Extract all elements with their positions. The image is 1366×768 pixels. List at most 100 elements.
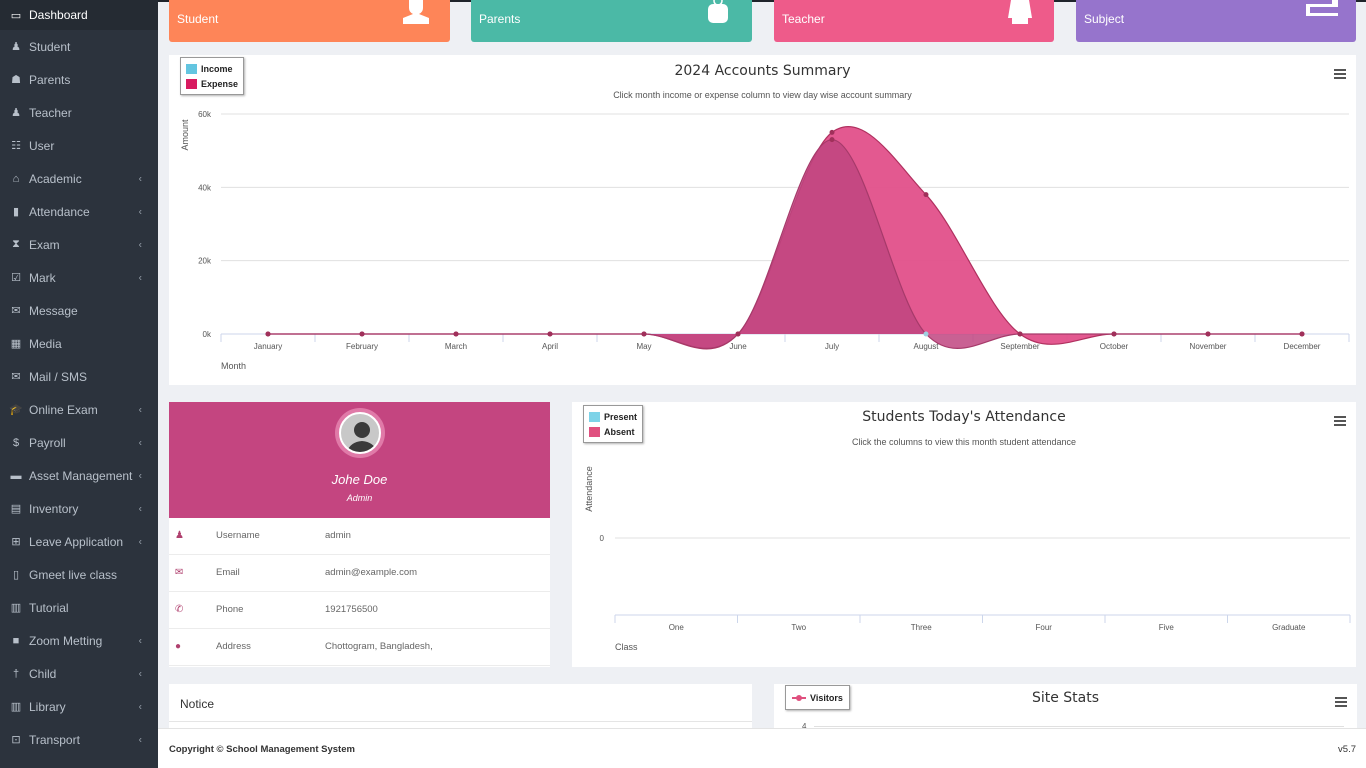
sidebar-item-exam[interactable]: ⧗ Exam ‹	[0, 228, 158, 261]
x-tick-label: March	[445, 342, 467, 351]
stat-card-parents[interactable]: Parents	[471, 0, 752, 42]
attendance-chart[interactable]: 0 One Two Three Four Five Graduate Attendance Cl…	[572, 402, 1356, 667]
sidebar-item-attendance[interactable]: ▮ Attendance ‹	[0, 195, 158, 228]
data-point-income[interactable]	[1111, 331, 1117, 337]
stat-card-label: Student	[177, 12, 219, 26]
chart-title: Site Stats	[1031, 690, 1100, 706]
sidebar-item-label: Message	[29, 303, 78, 318]
data-point-expense[interactable]	[829, 129, 835, 135]
sidebar-item-transport[interactable]: ⊡ Transport ‹	[0, 723, 158, 756]
legend-item-visitors[interactable]: Visitors	[792, 690, 843, 705]
notice-title: Notice	[180, 697, 215, 711]
sidebar-item-label: Payroll	[29, 435, 66, 450]
film-icon: ▦	[10, 338, 22, 350]
sidebar-item-leave-application[interactable]: ⊞ Leave Application ‹	[0, 525, 158, 558]
sidebar-item-label: Gmeet live class	[29, 567, 118, 582]
sidebar-item-inventory[interactable]: ▤ Inventory ‹	[0, 492, 158, 525]
y-tick-label: 60k	[198, 110, 212, 119]
profile-name: Johe Doe	[331, 472, 388, 487]
y-axis-label: Amount	[180, 119, 190, 151]
accounts-chart[interactable]: 0k 20k 40k 60k January February March April May J…	[169, 55, 1356, 385]
parents-icon: ☗	[11, 74, 21, 86]
sidebar-item-label: Mail / SMS	[29, 369, 88, 384]
y-tick-label: 20k	[198, 257, 212, 266]
stat-card-label: Subject	[1084, 12, 1125, 26]
data-point-income[interactable]	[265, 331, 271, 337]
sidebar-item-mail-sms[interactable]: ✉ Mail / SMS	[0, 360, 158, 393]
sidebar-item-label: Asset Management	[29, 468, 133, 483]
x-tick-label: May	[636, 342, 651, 351]
site-stats-panel: Site Stats Visitors 4	[774, 684, 1357, 734]
chevron-left-icon: ‹	[138, 734, 142, 745]
chart-legend: Visitors	[785, 685, 850, 710]
chart-menu-button[interactable]	[1335, 697, 1347, 707]
sidebar-item-gmeet-live-class[interactable]: ▯ Gmeet live class	[0, 558, 158, 591]
chevron-left-icon: ‹	[138, 668, 142, 679]
stat-card-student[interactable]: Student	[169, 0, 450, 42]
avatar	[335, 408, 385, 458]
sidebar-item-label: Mark	[29, 270, 56, 285]
footer: Copyright © School Management System v5.…	[158, 728, 1366, 768]
sidebar-item-parents[interactable]: ☗ Parents	[0, 63, 158, 96]
sidebar-item-academic[interactable]: ⌂ Academic ‹	[0, 162, 158, 195]
sidebar-item-label: Library	[29, 699, 66, 714]
data-point-income[interactable]	[923, 331, 929, 337]
x-tick-label: April	[542, 342, 558, 351]
sidebar-item-library[interactable]: ▥ Library ‹	[0, 690, 158, 723]
sidebar-item-label: Attendance	[29, 204, 90, 219]
data-point-income[interactable]	[641, 331, 647, 337]
sidebar-item-media[interactable]: ▦ Media	[0, 327, 158, 360]
academic-icon: ⌂	[12, 172, 20, 185]
profile-header: Johe Doe Admin	[169, 402, 550, 518]
data-point-income[interactable]	[829, 137, 835, 143]
fax-icon: ▤	[10, 503, 22, 515]
parents-icon	[708, 0, 728, 23]
data-point-income[interactable]	[547, 331, 553, 337]
attendance-panel: Students Today's Attendance Click the co…	[572, 402, 1356, 667]
x-tick-label: December	[1284, 342, 1321, 351]
data-point-income[interactable]	[359, 331, 365, 337]
sidebar-item-online-exam[interactable]: 🎓 Online Exam ‹	[0, 393, 158, 426]
data-point-expense[interactable]	[923, 192, 929, 198]
data-point-income[interactable]	[735, 331, 741, 337]
chevron-left-icon: ‹	[138, 503, 142, 514]
accounts-summary-panel: 2024 Accounts Summary Click month income…	[169, 55, 1356, 385]
data-point-income[interactable]	[1017, 331, 1023, 337]
x-tick-label: Graduate	[1272, 623, 1306, 632]
sidebar-item-zoom-metting[interactable]: ■ Zoom Metting ‹	[0, 624, 158, 657]
sidebar-item-teacher[interactable]: ♟ Teacher	[0, 96, 158, 129]
check-square-icon: ☑	[11, 272, 21, 284]
stat-card-label: Teacher	[782, 12, 825, 26]
bus-icon: ⊡	[11, 734, 21, 746]
sidebar-item-dashboard[interactable]: ▭ Dashboard	[0, 0, 158, 30]
sidebar-item-child[interactable]: † Child ‹	[0, 657, 158, 690]
profile-field-value: 1921756500	[325, 604, 378, 615]
sidebar-item-label: Transport	[29, 732, 80, 747]
sidebar-item-mark[interactable]: ☑ Mark ‹	[0, 261, 158, 294]
sidebar-item-message[interactable]: ✉ Message	[0, 294, 158, 327]
stat-card-teacher[interactable]: Teacher	[774, 0, 1054, 42]
sidebar-item-label: Media	[29, 336, 62, 351]
book-icon	[1306, 0, 1338, 16]
sidebar-item-payroll[interactable]: $ Payroll ‹	[0, 426, 158, 459]
sidebar-item-label: User	[29, 138, 55, 153]
area-income	[268, 139, 1302, 349]
laptop-icon: ▭	[10, 9, 22, 22]
stat-card-subject[interactable]: Subject	[1076, 0, 1356, 42]
sidebar-item-user[interactable]: ☷ User	[0, 129, 158, 162]
leave-icon: ⊞	[11, 536, 21, 548]
clipboard-icon: ▮	[12, 206, 20, 218]
data-point-income[interactable]	[453, 331, 459, 337]
data-point-income[interactable]	[1205, 331, 1211, 337]
y-tick-label: 40k	[198, 183, 212, 192]
user-silhouette-icon	[346, 422, 378, 452]
sidebar-item-asset-management[interactable]: ▬ Asset Management ‹	[0, 459, 158, 492]
version-label: v5.7	[1338, 744, 1356, 755]
chevron-left-icon: ‹	[138, 404, 142, 415]
dollar-icon: $	[12, 436, 20, 449]
data-point-income[interactable]	[1299, 331, 1305, 337]
sidebar-item-student[interactable]: ♟ Student	[0, 30, 158, 63]
x-tick-label: Three	[911, 623, 932, 632]
x-tick-label: August	[914, 342, 940, 351]
sidebar-item-tutorial[interactable]: ▥ Tutorial	[0, 591, 158, 624]
